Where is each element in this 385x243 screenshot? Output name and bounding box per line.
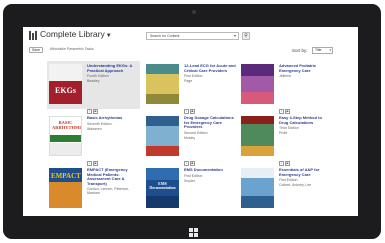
chevron-down-icon: ▼ — [105, 33, 112, 39]
book-cover-title: EKGs — [55, 86, 76, 95]
sort-value: Title — [315, 48, 322, 52]
book-author: Colbert, Ankney, Lee — [279, 183, 312, 188]
book-title[interactable]: Drug Dosage Calculations for Emergency C… — [184, 115, 236, 130]
book-cover-title: BASIC ARRHYTHMIAS — [52, 120, 81, 130]
library-switcher[interactable]: Complete Library▼ — [40, 29, 112, 39]
book-card[interactable]: 12-Lead ECG for Acute and Critical Care … — [144, 61, 237, 114]
filter-bar: Save Affordable Parametric Tasks Sort by… — [23, 46, 358, 56]
book-title[interactable]: EMPACT (Emergency Medical Patients: Asse… — [87, 167, 139, 186]
book-title[interactable]: Easy 4-Step Method to Drug Calculations — [279, 115, 331, 125]
book-card[interactable]: EMPACT EMPACT (Emergency Medical Patient… — [47, 165, 140, 213]
book-title[interactable]: EMS Documentation — [184, 167, 236, 173]
book-author: Mosley — [184, 135, 196, 140]
book-cover-title: EMS Documentation — [149, 181, 176, 190]
search-scope-select[interactable]: Search for Content ▾ — [146, 32, 239, 40]
app-screen: Complete Library▼ Search for Content ▾ ⚲… — [23, 27, 358, 216]
book-author: Gordon, Lennon, Peterson, Marriam — [87, 187, 130, 196]
book-cover[interactable] — [146, 64, 179, 104]
app-header: Complete Library▼ Search for Content ▾ ⚲ — [23, 27, 358, 44]
book-author: Beasley — [87, 79, 100, 84]
windows-logo-icon[interactable] — [189, 228, 198, 237]
book-author: Page — [184, 79, 193, 84]
book-edition: Third Edition — [279, 126, 299, 131]
book-edition: Fourth Edition — [87, 74, 109, 79]
book-card[interactable]: EKGs Understanding EKGs: A Practical App… — [47, 61, 140, 114]
book-cover[interactable]: EMS Documentation — [146, 168, 179, 208]
book-edition: Seventh Edition — [87, 121, 112, 126]
camera-dot — [192, 10, 196, 14]
chevron-down-icon: ▾ — [233, 33, 236, 38]
book-title[interactable]: 12-Lead ECG for Acute and Critical Care … — [184, 63, 236, 73]
book-author: Snyder — [184, 178, 196, 183]
book-card[interactable]: EMS Documentation EMS Documentation Firs… — [144, 165, 237, 213]
book-card[interactable]: Drug Dosage Calculations for Emergency C… — [144, 113, 237, 166]
save-button[interactable]: Save — [29, 47, 43, 53]
book-edition: First Edition — [279, 178, 298, 183]
book-cover[interactable] — [241, 64, 274, 104]
search-icon: ⚲ — [244, 33, 248, 39]
book-title[interactable]: Understanding EKGs: A Practical Approach — [87, 63, 139, 73]
chevron-down-icon: ▾ — [329, 48, 331, 52]
book-edition: First Edition — [184, 74, 203, 79]
book-title[interactable]: Advanced Pediatric Emergency Care — [279, 63, 331, 73]
book-card[interactable]: Advanced Pediatric Emergency Care Jeller… — [239, 61, 332, 114]
book-cover[interactable] — [146, 116, 179, 156]
sort-label: Sort by: — [292, 48, 308, 53]
book-cover[interactable]: EKGs — [49, 64, 82, 104]
search-button[interactable]: ⚲ — [242, 32, 250, 40]
book-cover[interactable] — [241, 168, 274, 208]
sort-select[interactable]: Title ▾ — [312, 47, 333, 54]
book-title[interactable]: Basic Arrhythmias — [87, 115, 139, 121]
book-author: Pruitt — [279, 131, 288, 136]
book-cover[interactable]: EMPACT — [49, 168, 82, 208]
library-icon — [29, 31, 38, 40]
book-title[interactable]: Essentials of A&P for Emergency Care — [279, 167, 331, 177]
book-card[interactable]: Easy 4-Step Method to Drug Calculations … — [239, 113, 332, 166]
book-edition: First Edition — [184, 173, 203, 178]
book-card[interactable]: BASIC ARRHYTHMIAS Basic Arrhythmias Seve… — [47, 113, 140, 166]
search-placeholder: Search for Content — [150, 34, 180, 38]
book-card[interactable]: Essentials of A&P for Emergency Care Fir… — [239, 165, 332, 213]
book-cover-title: EMPACT — [51, 172, 81, 180]
active-filter[interactable]: Affordable Parametric Tasks — [50, 47, 94, 51]
book-author: Walraven — [87, 126, 102, 131]
book-author: Jellerne — [279, 74, 292, 79]
book-cover[interactable]: BASIC ARRHYTHMIAS — [49, 116, 82, 156]
book-cover[interactable] — [241, 116, 274, 156]
library-title: Complete Library — [40, 29, 105, 39]
book-edition: Second Edition — [184, 130, 208, 135]
